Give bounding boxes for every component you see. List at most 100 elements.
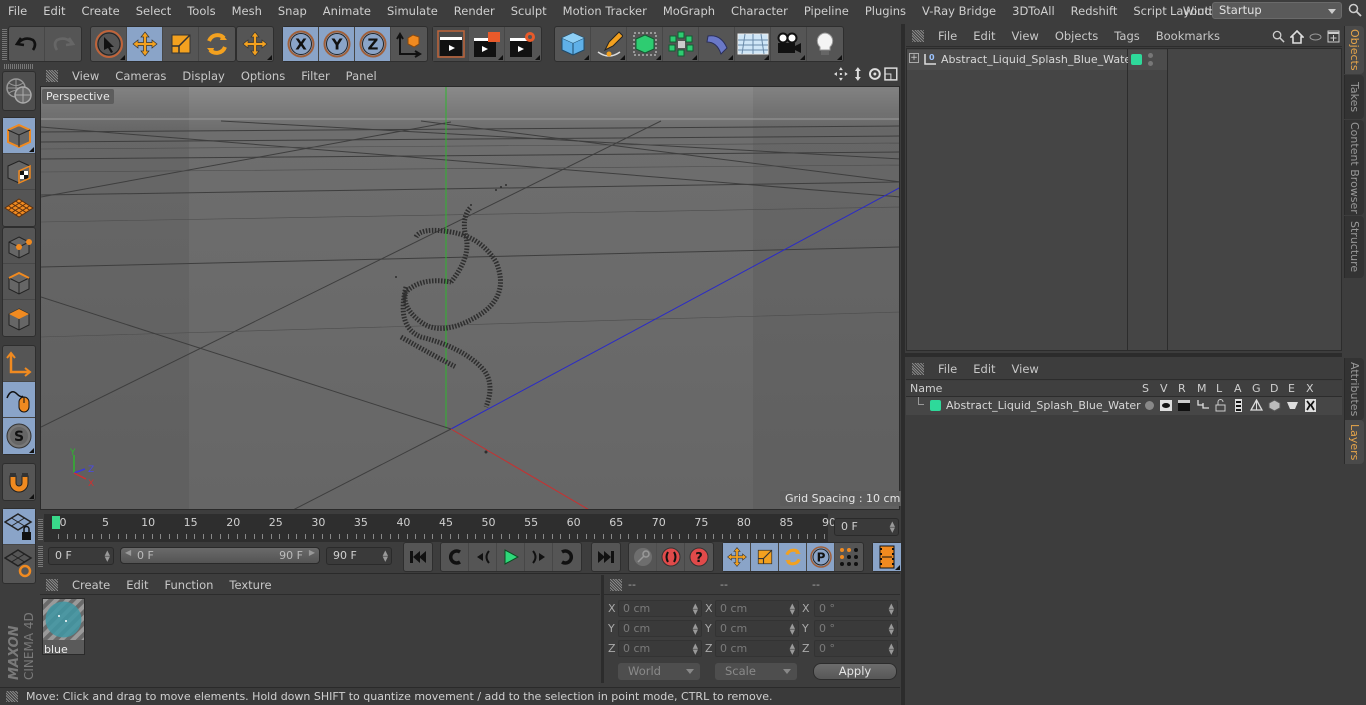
texture-mode-button[interactable] (3, 154, 35, 190)
render-visibility-dot[interactable] (1148, 61, 1153, 66)
next-key-button[interactable] (553, 543, 581, 571)
camera-button[interactable] (771, 27, 807, 61)
workplane-mode-button[interactable] (3, 190, 35, 226)
expand-icon[interactable]: + (909, 53, 919, 63)
viewport-grip[interactable] (46, 70, 58, 82)
menu-plugins[interactable]: Plugins (857, 4, 914, 18)
size-y-field[interactable]: 0 cm ▲ ▼ (715, 620, 799, 637)
objects-menu-bookmarks[interactable]: Bookmarks (1148, 29, 1228, 43)
snap-button[interactable]: S (3, 418, 35, 454)
tab-content-browser[interactable]: Content Browser (1344, 120, 1364, 215)
parameter-key-button[interactable]: P (807, 543, 835, 571)
viewport-menu-filter[interactable]: Filter (293, 69, 337, 83)
edges-mode-button[interactable] (3, 264, 35, 300)
next-frame-button[interactable] (525, 543, 553, 571)
redo-button[interactable] (45, 27, 81, 61)
palette-grip[interactable] (4, 64, 34, 69)
editor-visibility-dot[interactable] (1148, 53, 1153, 58)
rot-z-field[interactable]: 0 ° ▲ ▼ (814, 640, 898, 657)
spinner-icon[interactable]: ▲ ▼ (889, 623, 894, 636)
col-expressions[interactable]: E (1288, 382, 1295, 395)
cloner-button[interactable] (663, 27, 699, 61)
spinner-icon[interactable]: ▲ ▼ (790, 643, 795, 656)
previous-frame-button[interactable] (469, 543, 497, 571)
expression-icon[interactable] (1286, 401, 1299, 410)
layers-menu-view[interactable]: View (1004, 362, 1047, 376)
tab-attributes[interactable]: Attributes (1344, 358, 1364, 420)
spinner-icon[interactable]: ▲ ▼ (693, 623, 698, 636)
object-name[interactable]: Abstract_Liquid_Splash_Blue_Water (941, 53, 1136, 66)
generator-icon[interactable] (1250, 399, 1263, 412)
z-axis-button[interactable]: Z (355, 27, 391, 61)
floor-button[interactable] (735, 27, 771, 61)
toolbar-grip[interactable] (2, 28, 7, 60)
layer-color-swatch[interactable] (1131, 54, 1142, 65)
object-row[interactable]: + 0 Abstract_Liquid_Splash_Blue_Water (907, 50, 1136, 70)
spinner-icon[interactable]: ▲ ▼ (890, 521, 895, 534)
previous-key-button[interactable] (441, 543, 469, 571)
col-xref[interactable]: X (1306, 382, 1314, 395)
x-axis-button[interactable]: X (283, 27, 319, 61)
record-keys-button[interactable] (629, 543, 657, 571)
viewport-menu-view[interactable]: View (64, 69, 107, 83)
layout-dropdown[interactable]: Startup (1212, 2, 1342, 19)
menu-3dtoall[interactable]: 3DToAll (1004, 4, 1063, 18)
menu-mograph[interactable]: MoGraph (655, 4, 723, 18)
objects-grip[interactable] (912, 30, 924, 42)
material-menu-edit[interactable]: Edit (118, 578, 156, 592)
menu-file[interactable]: File (0, 4, 35, 18)
viewport-menu-display[interactable]: Display (174, 69, 232, 83)
objects-menu-view[interactable]: View (1004, 29, 1047, 43)
search-icon[interactable] (1348, 3, 1362, 17)
col-visible[interactable]: V (1160, 382, 1168, 395)
objects-menu-edit[interactable]: Edit (965, 29, 1003, 43)
rot-y-field[interactable]: 0 ° ▲ ▼ (814, 620, 898, 637)
material-menu-function[interactable]: Function (157, 578, 222, 592)
move-tool-button[interactable] (127, 27, 163, 61)
viewport-menu-panel[interactable]: Panel (338, 69, 385, 83)
subdivision-surface-button[interactable] (627, 27, 663, 61)
clapperboard-icon[interactable] (1178, 400, 1190, 411)
range-left-arrow-icon[interactable]: ◀ (125, 548, 131, 557)
play-button[interactable] (497, 543, 525, 571)
menu-character[interactable]: Character (723, 4, 796, 18)
tab-structure[interactable]: Structure (1344, 216, 1364, 278)
pos-y-field[interactable]: 0 cm ▲ ▼ (618, 620, 702, 637)
current-frame-field[interactable]: 0 F ▲ ▼ (834, 518, 899, 536)
size-mode-dropdown[interactable]: Scale (715, 663, 797, 680)
go-to-start-button[interactable] (404, 543, 432, 571)
timeline-window-button[interactable] (873, 543, 901, 571)
end-frame-field[interactable]: 90 F ▲ ▼ (326, 547, 392, 565)
coordinate-space-dropdown[interactable]: World (618, 663, 700, 680)
cube-button[interactable] (555, 27, 591, 61)
rotation-key-button[interactable] (779, 543, 807, 571)
model-mode-button[interactable] (3, 118, 35, 154)
viewport-menu-options[interactable]: Options (233, 69, 293, 83)
solo-toggle-icon[interactable] (1145, 401, 1154, 410)
menu-snap[interactable]: Snap (270, 4, 315, 18)
col-animation[interactable]: A (1234, 382, 1242, 395)
timeline-ruler[interactable]: 0 5 10 15 20 25 30 35 40 45 50 55 60 65 70 75 80 85 90 (44, 514, 836, 542)
workplane-lock-button[interactable] (3, 509, 35, 545)
menu-edit[interactable]: Edit (35, 4, 73, 18)
deformer-button[interactable] (699, 27, 735, 61)
spinner-icon[interactable]: ▲ ▼ (889, 643, 894, 656)
last-tool-button[interactable] (237, 27, 273, 61)
tab-takes[interactable]: Takes (1344, 75, 1364, 119)
undo-button[interactable] (9, 27, 45, 61)
objects-menu-file[interactable]: File (930, 29, 965, 43)
menu-redshift[interactable]: Redshift (1063, 4, 1126, 18)
menu-motion-tracker[interactable]: Motion Tracker (555, 4, 655, 18)
menu-render[interactable]: Render (446, 4, 503, 18)
menu-select[interactable]: Select (128, 4, 179, 18)
perspective-viewport[interactable] (40, 86, 900, 510)
layers-grip[interactable] (912, 363, 924, 375)
menu-create[interactable]: Create (74, 4, 128, 18)
range-grip[interactable] (38, 545, 43, 567)
new-window-icon[interactable] (1327, 30, 1340, 43)
menu-tools[interactable]: Tools (179, 4, 223, 18)
col-locked[interactable]: L (1216, 382, 1222, 395)
xref-icon[interactable] (1305, 399, 1316, 412)
coordinate-system-button[interactable] (391, 27, 427, 61)
timeline-grip[interactable] (38, 518, 43, 540)
